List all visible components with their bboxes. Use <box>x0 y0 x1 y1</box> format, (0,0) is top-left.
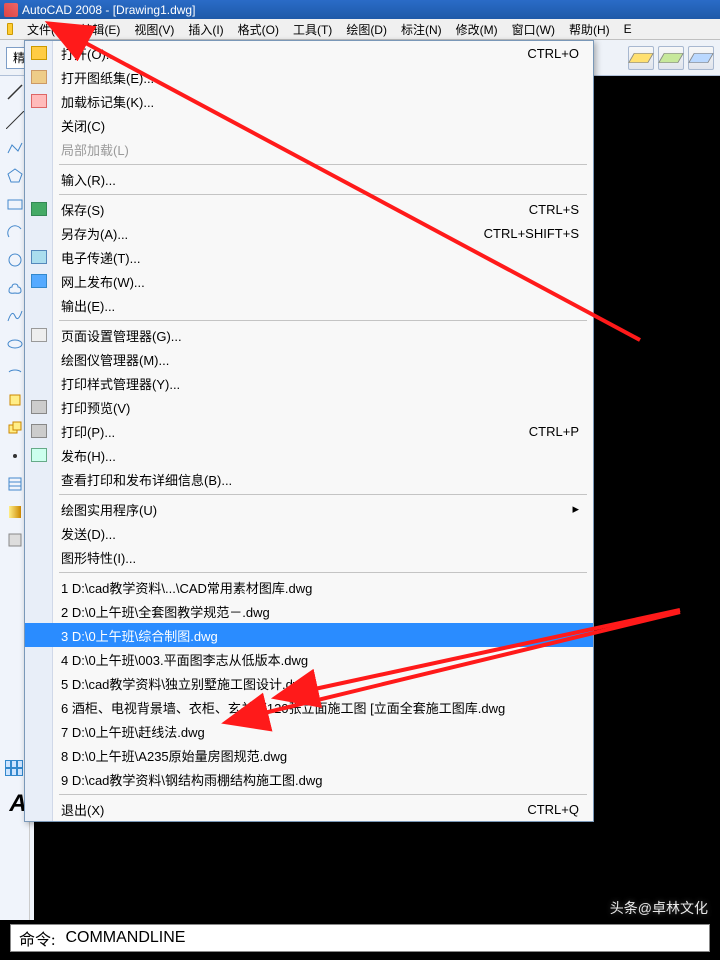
circle-tool[interactable] <box>5 250 25 270</box>
recent-file-3[interactable]: 3 D:\0上午班\综合制图.dwg <box>25 623 593 647</box>
menu-extra[interactable]: E <box>617 19 639 39</box>
polygon-tool[interactable] <box>5 166 25 186</box>
menu-draw-utils[interactable]: 绘图实用程序(U)▸ <box>25 497 593 521</box>
polyline-tool[interactable] <box>5 138 25 158</box>
menu-plotter-mgr[interactable]: 绘图仪管理器(M)... <box>25 347 593 371</box>
revcloud-tool[interactable] <box>5 278 25 298</box>
watermark: 头条@卓林文化 <box>610 898 708 918</box>
command-line[interactable]: 命令: COMMANDLINE <box>10 924 710 952</box>
make-block-tool[interactable] <box>5 418 25 438</box>
hatch-tool[interactable] <box>5 474 25 494</box>
layers-icon <box>658 53 684 63</box>
menu-publish[interactable]: 发布(H)... <box>25 443 593 467</box>
preview-icon <box>31 400 47 414</box>
ellipse-tool[interactable] <box>5 334 25 354</box>
recent-file-7[interactable]: 7 D:\0上午班\赶线法.dwg <box>25 719 593 743</box>
menu-format[interactable]: 格式(O) <box>231 19 286 39</box>
rectangle-tool[interactable] <box>5 194 25 214</box>
save-icon <box>31 202 47 216</box>
recent-file-1[interactable]: 1 D:\cad教学资料\...\CAD常用素材图库.dwg <box>25 575 593 599</box>
publish-icon <box>31 448 47 462</box>
gradient-tool[interactable] <box>5 502 25 522</box>
recent-file-8[interactable]: 8 D:\0上午班\A235原始量房图规范.dwg <box>25 743 593 767</box>
layer-tool-2[interactable] <box>658 46 684 70</box>
etransmit-icon <box>31 250 47 264</box>
title-bar: AutoCAD 2008 - [Drawing1.dwg] <box>0 0 720 19</box>
arc-tool[interactable] <box>5 222 25 242</box>
sheet-icon <box>31 70 47 84</box>
recent-file-6[interactable]: 6 酒柜、电视背景墙、衣柜、玄关等120张立面施工图 [立面全套施工图库.dwg <box>25 695 593 719</box>
page-icon <box>31 328 47 342</box>
menu-export[interactable]: 输出(E)... <box>25 293 593 317</box>
layers-icon <box>688 53 714 63</box>
menu-open[interactable]: 打开(O)...CTRL+O <box>25 41 593 65</box>
menu-edit[interactable]: 编辑(E) <box>73 19 127 39</box>
menu-saveas[interactable]: 另存为(A)...CTRL+SHIFT+S <box>25 221 593 245</box>
recent-file-9[interactable]: 9 D:\cad教学资料\钢结构雨棚结构施工图.dwg <box>25 767 593 791</box>
recent-file-2[interactable]: 2 D:\0上午班\全套图教学规范－.dwg <box>25 599 593 623</box>
command-value: COMMANDLINE <box>65 929 185 947</box>
menu-publish-details[interactable]: 查看打印和发布详细信息(B)... <box>25 467 593 491</box>
menu-etransmit[interactable]: 电子传递(T)... <box>25 245 593 269</box>
command-label: 命令: <box>19 926 55 950</box>
menu-drawing-props[interactable]: 图形特性(I)... <box>25 545 593 569</box>
layer-tool-1[interactable] <box>628 46 654 70</box>
menu-print-preview[interactable]: 打印预览(V) <box>25 395 593 419</box>
menu-insert[interactable]: 插入(I) <box>181 19 230 39</box>
menu-print[interactable]: 打印(P)...CTRL+P <box>25 419 593 443</box>
spline-tool[interactable] <box>5 306 25 326</box>
menu-webpub[interactable]: 网上发布(W)... <box>25 269 593 293</box>
menu-exit[interactable]: 退出(X)CTRL+Q <box>25 797 593 821</box>
menu-file[interactable]: 文件(F) <box>20 19 73 39</box>
menu-help[interactable]: 帮助(H) <box>562 19 617 39</box>
menu-partial-load: 局部加载(L) <box>25 137 593 161</box>
folder-icon <box>7 23 13 35</box>
layer-tool-3[interactable] <box>688 46 714 70</box>
menu-modify[interactable]: 修改(M) <box>449 19 505 39</box>
recent-file-5[interactable]: 5 D:\cad教学资料\独立别墅施工图设计.dwg <box>25 671 593 695</box>
window-title: AutoCAD 2008 - [Drawing1.dwg] <box>22 3 195 17</box>
menu-load-markup[interactable]: 加载标记集(K)... <box>25 89 593 113</box>
table-tool[interactable] <box>5 760 23 776</box>
menu-dimension[interactable]: 标注(N) <box>394 19 449 39</box>
menu-open-sheet[interactable]: 打开图纸集(E)... <box>25 65 593 89</box>
menu-import[interactable]: 输入(R)... <box>25 167 593 191</box>
line-tool[interactable] <box>5 82 25 102</box>
menu-plotstyle-mgr[interactable]: 打印样式管理器(Y)... <box>25 371 593 395</box>
region-tool[interactable] <box>5 530 25 550</box>
app-icon <box>4 3 18 17</box>
layers-icon <box>628 53 654 63</box>
app-menu-icon[interactable] <box>0 19 20 39</box>
globe-icon <box>31 274 47 288</box>
menu-tools[interactable]: 工具(T) <box>286 19 339 39</box>
menu-bar: 文件(F) 编辑(E) 视图(V) 插入(I) 格式(O) 工具(T) 绘图(D… <box>0 19 720 40</box>
insert-block-tool[interactable] <box>5 390 25 410</box>
open-icon <box>31 46 47 60</box>
ellipse-arc-tool[interactable] <box>5 362 25 382</box>
menu-view[interactable]: 视图(V) <box>127 19 181 39</box>
xline-tool[interactable] <box>5 110 25 130</box>
recent-file-4[interactable]: 4 D:\0上午班\003.平面图李志从低版本.dwg <box>25 647 593 671</box>
point-tool[interactable] <box>5 446 25 466</box>
printer-icon <box>31 424 47 438</box>
menu-send[interactable]: 发送(D)... <box>25 521 593 545</box>
menu-close[interactable]: 关闭(C) <box>25 113 593 137</box>
menu-save[interactable]: 保存(S)CTRL+S <box>25 197 593 221</box>
menu-draw[interactable]: 绘图(D) <box>339 19 394 39</box>
menu-page-setup[interactable]: 页面设置管理器(G)... <box>25 323 593 347</box>
markup-icon <box>31 94 47 108</box>
file-dropdown-menu: 打开(O)...CTRL+O 打开图纸集(E)... 加载标记集(K)... 关… <box>24 40 594 822</box>
menu-window[interactable]: 窗口(W) <box>505 19 562 39</box>
